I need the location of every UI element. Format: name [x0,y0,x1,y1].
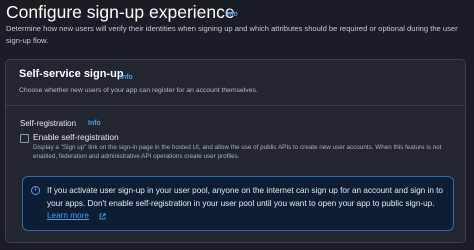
page: Configure sign-up experience Info Determ… [0,0,474,250]
self-registration-info-link[interactable]: Info [88,120,101,127]
container-title: Self-service sign-up [19,68,124,80]
container-info-link[interactable]: Info [120,74,133,81]
enable-self-registration-checkbox[interactable] [20,134,29,143]
self-registration-label: Self-registration [20,119,77,128]
external-link-icon[interactable] [99,213,106,220]
page-description: Determine how new users will verify thei… [6,24,458,45]
info-alert: i If you activate user sign-up in your u… [22,176,454,231]
learn-more-link[interactable]: Learn more [47,211,89,220]
info-circle-icon: i [31,186,40,195]
container-description: Choose whether new users of your app can… [19,87,258,94]
self-service-sign-up-container: Self-service sign-up Info Choose whether… [5,59,466,243]
alert-message: If you activate user sign-up in your use… [47,186,443,208]
enable-self-registration-description: Display a "Sign up" link on the sign-in … [33,144,442,160]
enable-self-registration-label[interactable]: Enable self-registration [33,132,119,142]
page-title-info-link[interactable]: Info [225,11,238,18]
container-header: Self-service sign-up Info Choose whether… [6,60,465,106]
page-title: Configure sign-up experience [6,2,235,22]
